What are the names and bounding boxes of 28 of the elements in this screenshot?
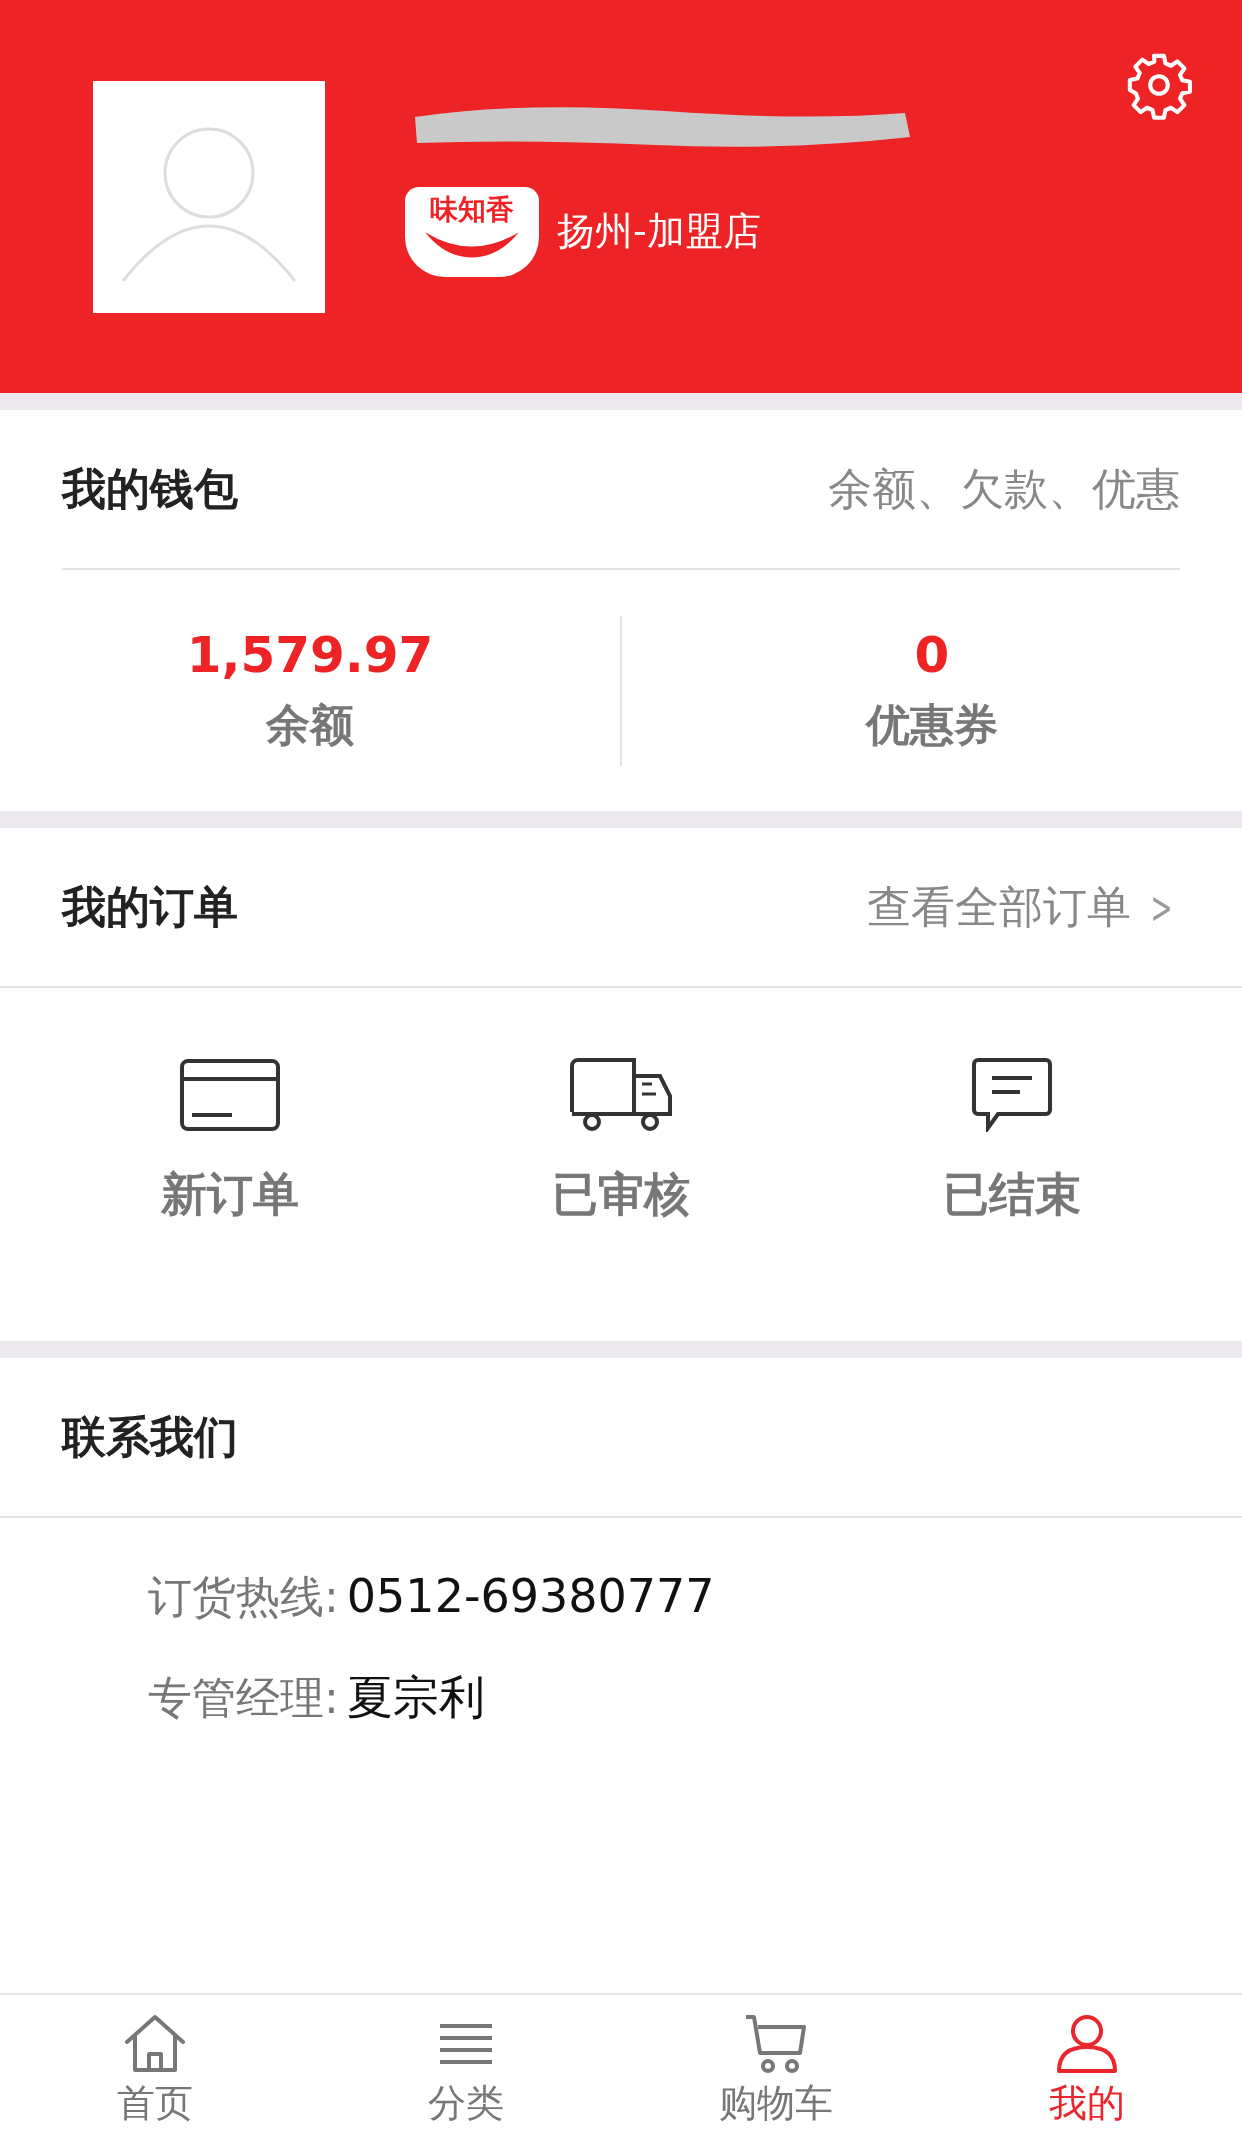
home-icon [123, 2014, 188, 2074]
order-status-item[interactable]: 已结束 [892, 1058, 1132, 1236]
store-name: 扬州-加盟店 [557, 208, 761, 255]
view-all-orders-link[interactable]: 查看全部订单 > [867, 877, 1180, 937]
tab-item[interactable]: 我的 [931, 1995, 1242, 2148]
contact-label: 订货热线: [148, 1570, 339, 1624]
cart-icon [744, 2014, 809, 2074]
contact-value: 夏宗利 [346, 1669, 485, 1726]
user-icon [1054, 2014, 1119, 2074]
tab-item[interactable]: 首页 [0, 1995, 311, 2148]
order-status-item[interactable]: 已审核 [501, 1058, 741, 1236]
stat-label: 余额 [266, 698, 354, 752]
order-status-item[interactable]: 新订单 [110, 1058, 350, 1236]
stat-label: 优惠券 [866, 698, 998, 752]
wallet-hint: 余额、欠款、优惠 [828, 461, 1180, 516]
section-title: 我的订单 [62, 879, 238, 934]
section-title: 联系我们 [62, 1409, 238, 1464]
contact-label: 专管经理: [148, 1671, 339, 1725]
tab-item[interactable]: 购物车 [621, 1995, 932, 2148]
stat-value: 1,579.97 [186, 626, 434, 684]
section-title: 我的钱包 [62, 461, 238, 516]
contact-value: 0512-69380777 [346, 1569, 715, 1623]
chat-bubble-icon [972, 1058, 1052, 1132]
tab-item[interactable]: 分类 [310, 1995, 621, 2148]
card-icon [180, 1058, 280, 1132]
stat-value: 0 [914, 626, 950, 684]
truck-icon [568, 1058, 674, 1132]
brand-logo: 味知香 [405, 186, 539, 277]
